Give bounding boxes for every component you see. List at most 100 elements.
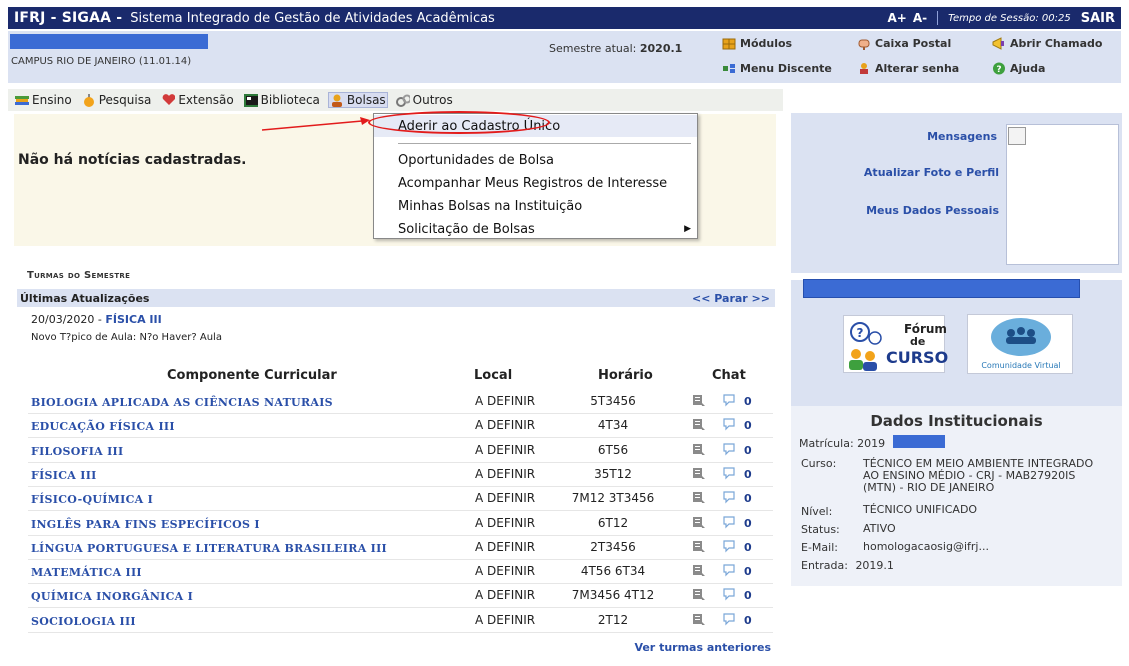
modulos-link[interactable]: Módulos (721, 36, 792, 50)
course-name-link[interactable]: INGLÊS PARA FINS ESPECÍFICOS I (31, 518, 260, 531)
help-icon: ? (991, 61, 1006, 75)
forum-icon[interactable] (692, 442, 706, 456)
dropdown-item-label: Acompanhar Meus Registros de Interesse (398, 175, 668, 191)
semester-label: Semestre atual: (549, 42, 637, 55)
table-row: EDUCAÇÃO FÍSICA III A DEFINIR 4T34 0 (28, 414, 773, 439)
chat-count: 0 (744, 565, 752, 579)
dropdown-item-acompanhar-registros[interactable]: Acompanhar Meus Registros de Interesse (374, 172, 697, 194)
chat-bubble-icon[interactable] (722, 587, 736, 601)
dropdown-item-minhas-bolsas[interactable]: Minhas Bolsas na Instituição (374, 195, 697, 217)
menu-biblioteca[interactable]: Biblioteca (243, 93, 321, 107)
table-row: LÍNGUA PORTUGUESA E LITERATURA BRASILEIR… (28, 536, 773, 560)
user-info-bar: CAMPUS RIO DE JANEIRO (11.01.14) Semestr… (8, 31, 1121, 83)
redacted-course-bar (803, 279, 1080, 298)
menu-extensao[interactable]: Extensão (160, 93, 234, 107)
course-name-link[interactable]: LÍNGUA PORTUGUESA E LITERATURA BRASILEIR… (31, 542, 387, 555)
status-label: Status: (801, 523, 840, 536)
meus-dados-link[interactable]: Meus Dados Pessoais (840, 204, 999, 217)
top-bar: IFRJ - SIGAA - Sistema Integrado de Gest… (8, 7, 1121, 29)
update-date: 20/03/2020 - (31, 313, 102, 326)
course-horario: 4T56 6T34 (580, 564, 646, 579)
turmas-section-title: Turmas do Semestre (27, 270, 131, 281)
forum-label-3: CURSO (886, 348, 949, 367)
campus-label: CAMPUS RIO DE JANEIRO (11.01.14) (11, 56, 192, 67)
forum-icon[interactable] (692, 393, 706, 407)
dropdown-item-oportunidades[interactable]: Oportunidades de Bolsa (374, 149, 697, 171)
atualizar-foto-link[interactable]: Atualizar Foto e Perfil (840, 166, 999, 179)
course-local: A DEFINIR (475, 418, 536, 433)
chat-count: 0 (744, 467, 752, 481)
course-name-link[interactable]: EDUCAÇÃO FÍSICA III (31, 420, 175, 433)
person-key-icon (856, 61, 871, 75)
chat-count: 0 (744, 516, 752, 530)
forum-icon[interactable] (692, 563, 706, 577)
parar-button[interactable]: << Parar >> (692, 292, 770, 305)
course-name-link[interactable]: MATEMÁTICA III (31, 566, 142, 579)
logout-button[interactable]: SAIR (1081, 11, 1115, 26)
chat-bubble-icon[interactable] (722, 612, 736, 626)
column-header-chat: Chat (712, 368, 746, 383)
chat-bubble-icon[interactable] (722, 466, 736, 480)
alterar-senha-label: Alterar senha (875, 61, 960, 75)
course-name-link[interactable]: FILOSOFIA III (31, 445, 123, 458)
abrir-chamado-label: Abrir Chamado (1010, 36, 1103, 50)
forum-icon[interactable] (692, 539, 706, 553)
semester-value: 2020.1 (639, 42, 683, 55)
table-row: FÍSICO-QUÍMICA I A DEFINIR 7M12 3T3456 0 (28, 487, 773, 512)
forum-icon[interactable] (692, 587, 706, 601)
course-horario: 35T12 (594, 466, 632, 481)
chat-bubble-icon[interactable] (722, 490, 736, 504)
chat-bubble-icon[interactable] (722, 539, 736, 553)
forum-icon[interactable] (692, 490, 706, 504)
chat-bubble-icon[interactable] (722, 442, 736, 456)
course-name-link[interactable]: QUÍMICA INORGÂNICA I (31, 590, 193, 603)
forum-icon[interactable] (692, 466, 706, 480)
cubes-icon (721, 36, 736, 50)
comunidade-virtual-button[interactable]: Comunidade Virtual (967, 314, 1073, 374)
course-name-link[interactable]: BIOLOGIA APLICADA AS CIÊNCIAS NATURAIS (31, 396, 333, 409)
menu-bolsas[interactable]: Bolsas (327, 92, 388, 108)
table-row: FÍSICA III A DEFINIR 35T12 0 (28, 463, 773, 487)
menu-discente-link[interactable]: Menu Discente (721, 61, 832, 75)
system-description: Sistema Integrado de Gestão de Atividade… (130, 10, 495, 26)
comunidade-label: Comunidade Virtual (981, 361, 1061, 370)
svg-text:?: ? (857, 326, 864, 340)
curso-line-3: (MTN) - RIO DE JANEIRO (863, 481, 995, 494)
course-local: A DEFINIR (475, 491, 536, 506)
menu-arrows-icon (721, 61, 736, 75)
caixa-postal-link[interactable]: Caixa Postal (856, 36, 951, 50)
course-name-link[interactable]: SOCIOLOGIA III (31, 615, 136, 628)
font-decrease-button[interactable]: A- (913, 11, 927, 25)
nivel-label: Nível: (801, 505, 833, 518)
mensagens-link[interactable]: Mensagens (900, 130, 997, 143)
font-increase-button[interactable]: A+ (887, 11, 906, 25)
menu-pesquisa[interactable]: Pesquisa (81, 93, 153, 107)
forum-icon[interactable] (692, 515, 706, 529)
chat-bubble-icon[interactable] (722, 417, 736, 431)
table-row: FILOSOFIA III A DEFINIR 6T56 0 (28, 439, 773, 463)
column-header-local: Local (474, 368, 513, 383)
course-name-link[interactable]: FÍSICO-QUÍMICA I (31, 493, 153, 506)
chat-bubble-icon[interactable] (722, 563, 736, 577)
annotation-ellipse (368, 111, 550, 134)
course-name-link[interactable]: FÍSICA III (31, 469, 97, 482)
no-news-message: Não há notícias cadastradas. (18, 152, 247, 168)
course-horario: 7M3456 4T12 (571, 588, 655, 603)
update-course-link[interactable]: FÍSICA III (105, 313, 161, 326)
forum-curso-button[interactable]: ? Fórum de CURSO (843, 315, 949, 373)
forum-icon[interactable] (692, 417, 706, 431)
course-horario: 4T34 (597, 418, 629, 433)
menu-ensino[interactable]: Ensino (14, 93, 73, 107)
menu-outros[interactable]: Outros (395, 93, 454, 107)
alterar-senha-link[interactable]: Alterar senha (856, 61, 959, 75)
heart-icon (161, 93, 176, 107)
chat-bubble-icon[interactable] (722, 515, 736, 529)
ajuda-link[interactable]: ? Ajuda (991, 61, 1045, 75)
forum-icon[interactable] (692, 612, 706, 626)
abrir-chamado-link[interactable]: Abrir Chamado (991, 36, 1102, 50)
submenu-arrow-icon: ▶ (684, 224, 691, 234)
course-horario: 2T3456 (590, 539, 636, 554)
dropdown-item-solicitacao-bolsas[interactable]: Solicitação de Bolsas ▶ (374, 218, 697, 240)
chat-bubble-icon[interactable] (722, 393, 736, 407)
ver-turmas-anteriores-link[interactable]: Ver turmas anteriores (634, 641, 771, 654)
